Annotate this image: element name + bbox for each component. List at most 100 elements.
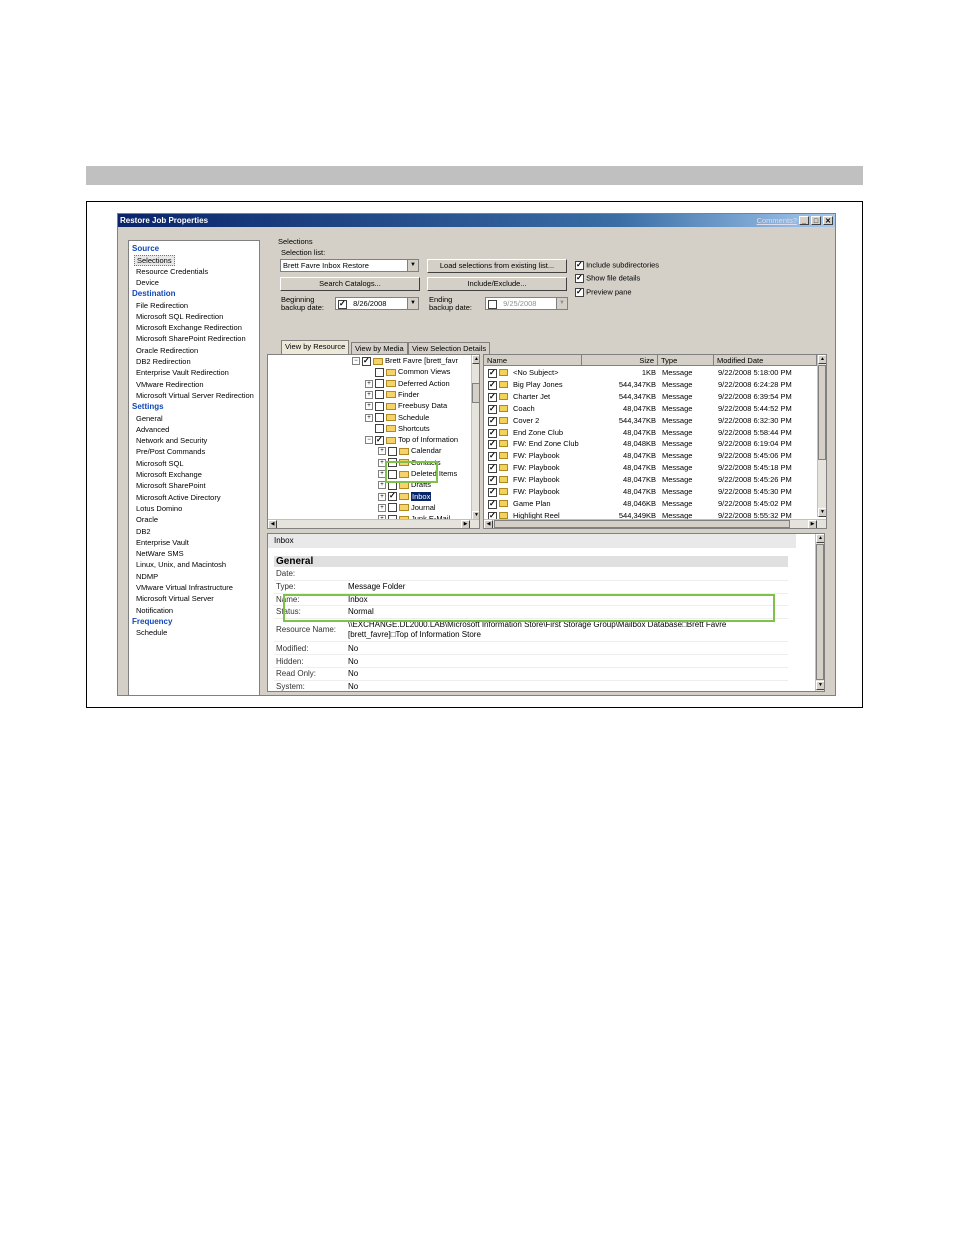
nav-item[interactable]: Notification: [136, 606, 173, 615]
table-row[interactable]: <No Subject> 1KB Message 9/22/2008 5:18:00 …: [484, 367, 819, 379]
tree-vertical-scrollbar[interactable]: ▲ ▼: [471, 355, 479, 520]
table-row[interactable]: FW: Playbook 48,047KB Message 9/22/2008 5:4…: [484, 462, 819, 474]
nav-item[interactable]: VMware Redirection: [136, 380, 204, 389]
expand-icon[interactable]: +: [378, 447, 386, 456]
resource-tree[interactable]: +Junk E-Mail+Journal+Inbox+Drafts+Delete…: [267, 354, 480, 529]
table-row[interactable]: Game Plan 48,046KB Message 9/22/2008 5:45:0…: [484, 498, 819, 510]
nav-item[interactable]: Lotus Domino: [136, 504, 182, 513]
scroll-thumb[interactable]: [494, 520, 790, 528]
expand-icon[interactable]: +: [365, 390, 373, 399]
tree-node[interactable]: + Deferred Action: [365, 379, 450, 389]
tree-node[interactable]: + Finder: [365, 390, 419, 400]
show-file-details-option[interactable]: Show file details: [575, 274, 640, 283]
maximize-button[interactable]: □: [811, 216, 821, 225]
beginning-date-checkbox[interactable]: [338, 299, 347, 309]
scroll-up-arrow[interactable]: ▲: [472, 355, 479, 364]
tree-node[interactable]: + Inbox: [378, 491, 432, 502]
nav-item[interactable]: Resource Credentials: [136, 267, 208, 276]
expand-icon[interactable]: −: [365, 436, 373, 445]
tree-node[interactable]: Shortcuts: [365, 424, 430, 434]
expand-icon[interactable]: +: [365, 413, 373, 422]
tab-view-selection-details[interactable]: View Selection Details: [408, 342, 491, 354]
nav-item[interactable]: Selections: [134, 255, 175, 267]
column-header-modified-date[interactable]: Modified Date: [714, 355, 817, 366]
tree-node-checkbox[interactable]: [375, 413, 384, 423]
column-header-size[interactable]: Size: [582, 355, 658, 366]
grid-vertical-scrollbar[interactable]: ▲ ▼: [817, 355, 826, 517]
nav-item[interactable]: Microsoft SQL Redirection: [136, 312, 223, 321]
nav-item[interactable]: Network and Security: [136, 436, 207, 445]
nav-item[interactable]: Microsoft Active Directory: [136, 493, 221, 502]
tree-node[interactable]: Common Views: [365, 367, 450, 377]
row-checkbox[interactable]: [488, 476, 497, 486]
beginning-date-picker[interactable]: 8/26/2008 ▼: [335, 297, 419, 310]
tree-node[interactable]: + Freebusy Data: [365, 401, 447, 411]
scroll-thumb[interactable]: [816, 544, 824, 680]
nav-item[interactable]: Enterprise Vault Redirection: [136, 368, 229, 377]
tree-node-checkbox[interactable]: [388, 503, 397, 513]
nav-item[interactable]: VMware Virtual Infrastructure: [136, 583, 233, 592]
tree-node-checkbox[interactable]: [375, 424, 384, 434]
expand-icon[interactable]: −: [352, 357, 360, 366]
include-subdirectories-checkbox[interactable]: [575, 261, 584, 270]
tree-node-checkbox[interactable]: [362, 356, 371, 366]
nav-item[interactable]: Linux, Unix, and Macintosh: [136, 560, 226, 569]
nav-item[interactable]: NetWare SMS: [136, 549, 184, 558]
close-button[interactable]: ✕: [823, 216, 833, 225]
expand-icon[interactable]: +: [365, 402, 373, 411]
tree-node[interactable]: + Schedule: [365, 413, 429, 423]
tree-horizontal-scrollbar[interactable]: ◀ ▶: [268, 519, 479, 528]
expand-icon[interactable]: +: [365, 379, 373, 388]
nav-item[interactable]: Advanced: [136, 425, 169, 434]
tree-node[interactable]: + Calendar: [378, 446, 441, 456]
nav-item[interactable]: File Redirection: [136, 301, 188, 310]
tree-node-checkbox[interactable]: [388, 492, 397, 502]
nav-item[interactable]: General: [136, 414, 163, 423]
nav-item[interactable]: Microsoft SharePoint Redirection: [136, 334, 246, 343]
nav-header-settings[interactable]: Settings: [132, 402, 164, 411]
table-row[interactable]: FW: End Zone Club 48,048KB Message 9/22/200…: [484, 438, 819, 450]
row-checkbox[interactable]: [488, 392, 497, 402]
table-row[interactable]: End Zone Club 48,047KB Message 9/22/2008 5:…: [484, 427, 819, 439]
expand-icon[interactable]: +: [378, 492, 386, 501]
tree-node-checkbox[interactable]: [375, 401, 384, 411]
nav-item[interactable]: Device: [136, 278, 159, 287]
preview-vertical-scrollbar[interactable]: ▲ ▼: [815, 534, 824, 691]
nav-item[interactable]: Enterprise Vault: [136, 538, 189, 547]
nav-item[interactable]: Schedule: [136, 628, 167, 637]
ending-date-picker[interactable]: 9/25/2008 ▼: [485, 297, 568, 310]
scroll-right-arrow[interactable]: ▶: [808, 520, 817, 528]
nav-item[interactable]: Microsoft Virtual Server Redirection: [136, 391, 254, 400]
row-checkbox[interactable]: [488, 369, 497, 378]
scroll-right-arrow[interactable]: ▶: [461, 520, 470, 528]
nav-item[interactable]: Microsoft SharePoint: [136, 481, 206, 490]
row-checkbox[interactable]: [488, 416, 497, 426]
row-checkbox[interactable]: [488, 428, 497, 438]
nav-item[interactable]: Microsoft Virtual Server: [136, 594, 214, 603]
chevron-down-icon[interactable]: ▼: [407, 260, 418, 271]
tree-node-checkbox[interactable]: [388, 446, 397, 456]
row-checkbox[interactable]: [488, 499, 497, 509]
tree-node[interactable]: + Journal: [378, 503, 436, 513]
scroll-left-arrow[interactable]: ◀: [268, 520, 277, 528]
nav-header-source[interactable]: Source: [132, 244, 159, 253]
nav-item[interactable]: NDMP: [136, 572, 158, 581]
show-file-details-checkbox[interactable]: [575, 274, 584, 283]
table-row[interactable]: FW: Playbook 48,047KB Message 9/22/2008 5:4…: [484, 474, 819, 486]
tab-view-by-resource[interactable]: View by Resource: [281, 340, 350, 354]
row-checkbox[interactable]: [488, 464, 497, 474]
include-exclude-button[interactable]: Include/Exclude...: [427, 277, 567, 291]
row-checkbox[interactable]: [488, 488, 497, 497]
scroll-left-arrow[interactable]: ◀: [484, 520, 493, 528]
tab-view-by-media[interactable]: View by Media: [351, 342, 408, 354]
table-row[interactable]: Charter Jet 544,347KB Message 9/22/2008 6:3…: [484, 391, 819, 403]
search-catalogs-button[interactable]: Search Catalogs...: [280, 277, 420, 291]
scroll-down-arrow[interactable]: ▼: [816, 681, 824, 690]
file-details-grid[interactable]: Highlight Reel544,349KBMessage9/22/2008 …: [483, 354, 827, 529]
nav-item[interactable]: Microsoft Exchange: [136, 470, 202, 479]
tree-node[interactable]: − Top of Information: [365, 435, 458, 445]
table-row[interactable]: Coach 48,047KB Message 9/22/2008 5:44:52 PM: [484, 403, 819, 415]
nav-header-frequency[interactable]: Frequency: [132, 617, 172, 626]
nav-item[interactable]: DB2: [136, 527, 151, 536]
preview-pane-option[interactable]: Preview pane: [575, 288, 632, 297]
